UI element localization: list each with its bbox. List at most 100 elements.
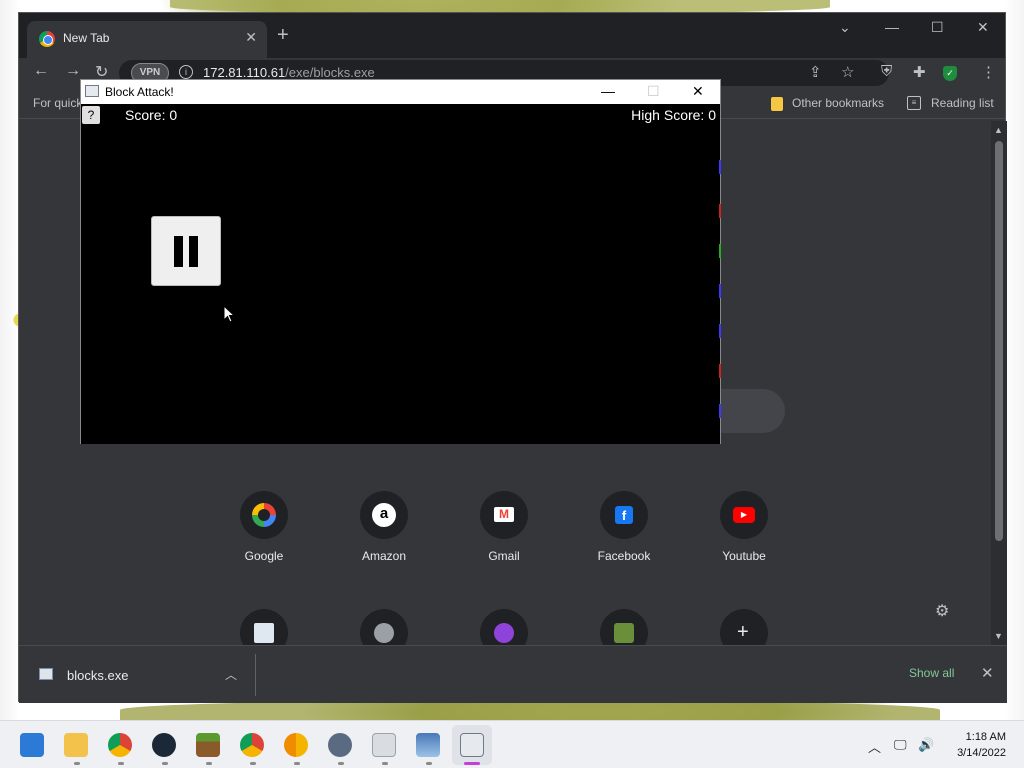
- edge-mark: [719, 324, 721, 338]
- steam-icon[interactable]: [152, 733, 176, 757]
- running-indicator: [426, 762, 432, 765]
- adblock-extension-icon[interactable]: ⛨: [881, 63, 892, 80]
- shortcut-amazon[interactable]: a Amazon: [339, 491, 429, 563]
- shortcut-label: Facebook: [597, 549, 651, 563]
- page-scrollbar[interactable]: ▲ ▼: [991, 121, 1007, 645]
- scroll-down-icon[interactable]: ▼: [994, 631, 1003, 641]
- plus-icon: +: [737, 621, 749, 643]
- game-canvas[interactable]: ? Score: 0 High Score: 0: [81, 104, 720, 444]
- back-icon[interactable]: ←: [33, 62, 49, 80]
- game-minimize-button[interactable]: —: [601, 83, 615, 99]
- shortcut-row2-1[interactable]: [219, 609, 309, 645]
- shortcut-row2-4[interactable]: [579, 609, 669, 645]
- shortcut-tile: [600, 609, 648, 645]
- forward-icon[interactable]: →: [65, 62, 81, 80]
- security-extension-icon[interactable]: ✓: [943, 66, 957, 81]
- game-titlebar[interactable]: Block Attack! — ☐ ✕: [81, 80, 720, 104]
- task-manager-icon[interactable]: [416, 733, 440, 757]
- download-file-name[interactable]: blocks.exe: [67, 668, 128, 683]
- tab-search-icon[interactable]: ⌄: [839, 19, 851, 36]
- shortcut-row2-2[interactable]: [339, 609, 429, 645]
- edge-mark: [719, 364, 721, 378]
- customize-sliders-icon[interactable]: ⚙: [935, 601, 949, 621]
- tab-new-tab[interactable]: New Tab ✕: [27, 21, 267, 58]
- shortcut-label: Amazon: [361, 549, 407, 563]
- pause-icon: [189, 236, 198, 267]
- edge-mark: [719, 404, 721, 418]
- shortcut-tile: +: [720, 609, 768, 645]
- minecraft-block-icon: [614, 623, 634, 643]
- tab-title: New Tab: [63, 31, 110, 45]
- shortcut-label: Google: [244, 549, 284, 563]
- edge-mark: [719, 160, 721, 174]
- network-icon[interactable]: 🖵: [894, 737, 907, 753]
- block-attack-window: Block Attack! — ☐ ✕ ? Score: 0 High Scor…: [80, 79, 721, 444]
- help-button[interactable]: ?: [82, 106, 100, 124]
- settings-gear-icon[interactable]: [328, 733, 352, 757]
- running-indicator: [206, 762, 212, 765]
- minecraft-icon[interactable]: [196, 733, 220, 757]
- pause-icon: [174, 236, 183, 267]
- youtube-logo-icon: ▶: [733, 507, 755, 523]
- close-button[interactable]: ✕: [977, 19, 989, 36]
- running-indicator: [162, 762, 168, 765]
- shortcut-tile: [480, 609, 528, 645]
- active-indicator: [464, 762, 480, 765]
- show-all-button[interactable]: Show all: [909, 666, 954, 680]
- search-box[interactable]: [719, 389, 785, 433]
- score-text: Score: 0: [125, 107, 178, 123]
- shortcut-youtube[interactable]: ▶ Youtube: [699, 491, 789, 563]
- shortcut-tile: a: [360, 491, 408, 539]
- site-info-icon[interactable]: i: [179, 65, 193, 79]
- files-icon[interactable]: [372, 733, 396, 757]
- tray-chevron-up-icon[interactable]: ︿: [868, 737, 881, 756]
- chrome-favicon-icon: [39, 31, 55, 47]
- menu-kebab-icon[interactable]: ⋮: [981, 63, 996, 81]
- clock-date: 3/14/2022: [957, 747, 1006, 759]
- edge-mark: [719, 244, 721, 258]
- shortcut-google[interactable]: Google: [219, 491, 309, 563]
- globe-icon: [374, 623, 394, 643]
- shortcut-row2-3[interactable]: [459, 609, 549, 645]
- url-host: 172.81.110.61: [203, 65, 286, 80]
- volume-icon[interactable]: 🔊: [918, 737, 934, 753]
- running-indicator: [294, 762, 300, 765]
- reading-list-button[interactable]: Reading list: [931, 96, 994, 110]
- gmail-logo-icon: M: [494, 507, 514, 522]
- block-attack-taskbar-icon[interactable]: [460, 733, 484, 757]
- high-score-text: High Score: 0: [631, 107, 716, 123]
- taskbar: ︿ 🖵 🔊 1:18 AM 3/14/2022: [0, 720, 1024, 768]
- edge-mark: [719, 284, 721, 298]
- game-edge-marks: [719, 160, 722, 420]
- shortcut-facebook[interactable]: f Facebook: [579, 491, 669, 563]
- shortcut-gmail[interactable]: M Gmail: [459, 491, 549, 563]
- scroll-up-icon[interactable]: ▲: [994, 125, 1003, 135]
- system-clock[interactable]: 1:18 AM 3/14/2022: [944, 729, 1006, 761]
- new-tab-button[interactable]: +: [277, 25, 289, 45]
- share-icon[interactable]: ⇪: [809, 63, 822, 81]
- edge-mark: [719, 204, 721, 218]
- minimize-button[interactable]: —: [885, 19, 899, 35]
- windows-start-icon[interactable]: [20, 733, 44, 757]
- shortcut-tile: [360, 609, 408, 645]
- tab-strip: New Tab ✕ + ⌄ — ☐ ✕: [19, 13, 1005, 58]
- game-close-button[interactable]: ✕: [692, 83, 704, 100]
- scroll-thumb[interactable]: [995, 141, 1003, 541]
- chrome-taskbar-icon[interactable]: [108, 733, 132, 757]
- close-downloads-icon[interactable]: ✕: [981, 664, 994, 682]
- shortcut-tile: ▶: [720, 491, 768, 539]
- chrome-canary-icon[interactable]: [284, 733, 308, 757]
- running-indicator: [118, 762, 124, 765]
- extensions-puzzle-icon[interactable]: ✚: [913, 63, 926, 81]
- chevron-up-icon[interactable]: ︿: [225, 666, 237, 683]
- bookmark-star-icon[interactable]: ☆: [841, 63, 854, 81]
- divider: [255, 654, 256, 696]
- chrome-profile-2-icon[interactable]: [240, 733, 264, 757]
- url-text[interactable]: 172.81.110.61/exe/blocks.exe: [203, 65, 375, 80]
- file-explorer-icon[interactable]: [64, 733, 88, 757]
- add-shortcut-button[interactable]: +: [699, 609, 789, 645]
- tab-close-icon[interactable]: ✕: [245, 29, 257, 46]
- pause-button[interactable]: [151, 216, 221, 286]
- other-bookmarks-button[interactable]: Other bookmarks: [792, 96, 884, 110]
- maximize-button[interactable]: ☐: [931, 19, 944, 36]
